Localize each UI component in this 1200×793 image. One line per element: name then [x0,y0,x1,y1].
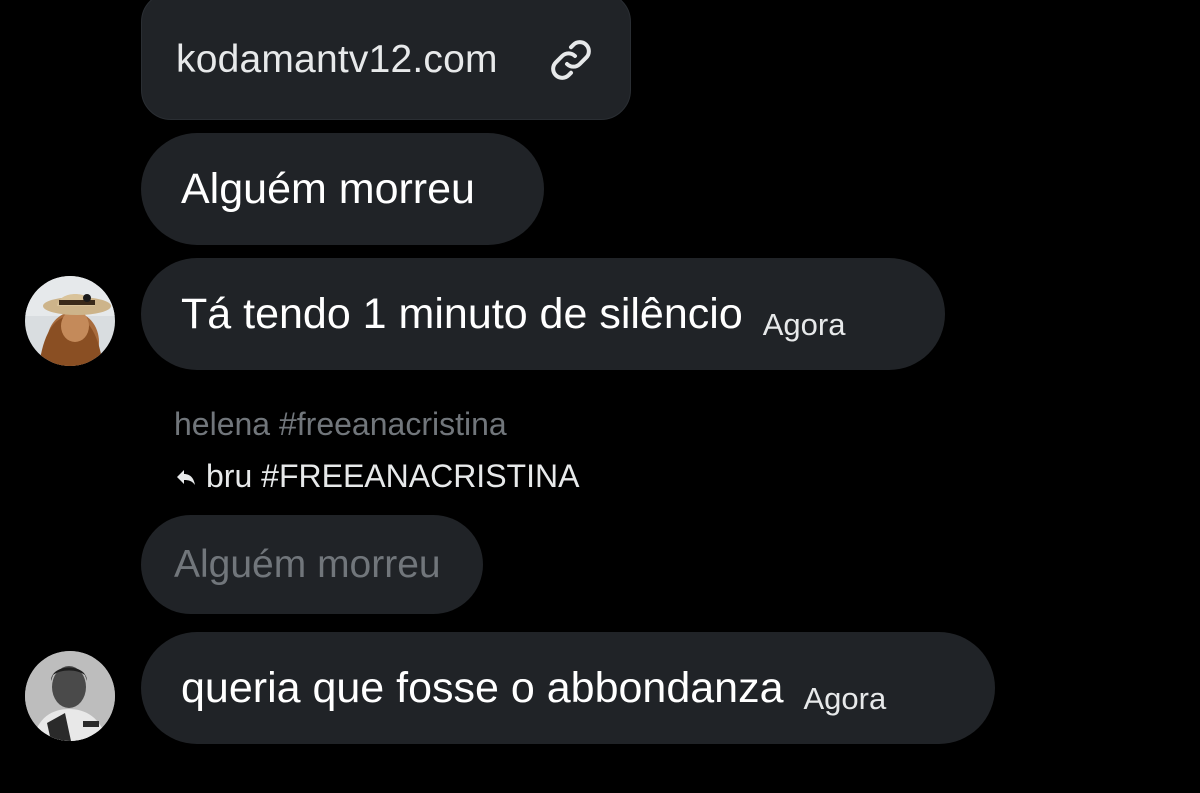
quoted-message[interactable]: Alguém morreu [141,515,483,614]
message-text: queria que fosse o abbondanza [181,663,784,712]
quoted-message-text: Alguém morreu [174,542,441,586]
message-bubble[interactable]: queria que fosse o abbondanza Agora [141,632,995,744]
message-text: Tá tendo 1 minuto de silêncio [181,289,743,338]
message-bubble[interactable]: Tá tendo 1 minuto de silêncio Agora [141,258,945,370]
message-timestamp: Agora [803,681,887,716]
replying-to-text: bru #FREEANACRISTINA [206,458,580,494]
message-bubble[interactable]: Alguém morreu [141,133,544,245]
link-preview-card[interactable]: kodamantv12.com [141,0,631,120]
replying-to-line: bru #FREEANACRISTINA [174,458,579,495]
avatar[interactable] [25,276,115,366]
link-icon [546,35,596,85]
link-url-text[interactable]: kodamantv12.com [176,38,498,82]
message-timestamp: Agora [762,307,846,342]
reply-author-line: helena #freeanacristina [174,406,507,442]
message-text: Alguém morreu [181,164,475,213]
reply-arrow-icon [174,465,198,489]
avatar[interactable] [25,651,115,741]
